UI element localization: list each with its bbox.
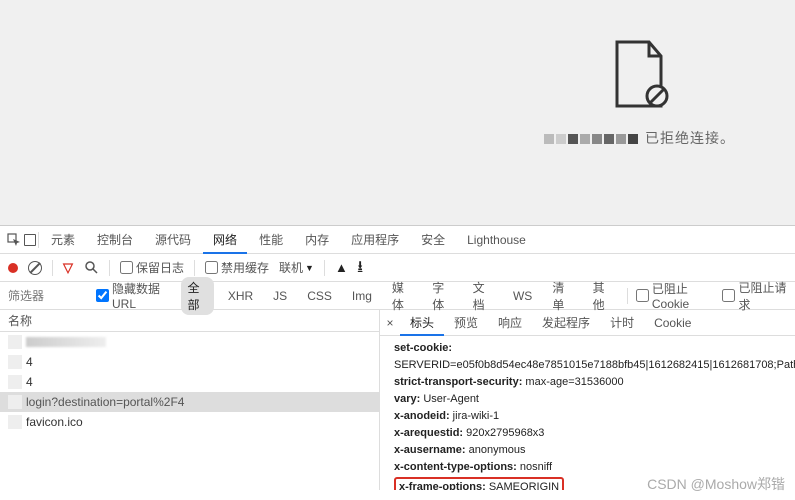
filter-media[interactable]: 媒体 [386,277,418,315]
tab-security[interactable]: 安全 [411,226,455,254]
request-row[interactable]: favicon.ico [0,412,379,432]
request-row[interactable]: 4 [0,352,379,372]
tab-lighthouse[interactable]: Lighthouse [457,226,536,254]
inspect-icon[interactable] [6,232,22,248]
filter-other[interactable]: 其他 [587,277,619,315]
tab-memory[interactable]: 内存 [295,226,339,254]
filter-xhr[interactable]: XHR [222,287,259,305]
blocked-request-checkbox[interactable]: 已阻止请求 [722,279,786,313]
network-content: 名称 4 4 login?destination=portal%2F4 favi… [0,310,795,490]
request-row[interactable] [0,332,379,352]
dtab-initiator[interactable]: 发起程序 [532,310,600,336]
filter-bar: 隐藏数据 URL 全部 XHR JS CSS Img 媒体 字体 文档 WS 清… [0,282,795,310]
divider [627,288,628,304]
blocked-cookie-checkbox[interactable]: 已阻止 Cookie [636,280,715,311]
preserve-log-checkbox[interactable]: 保留日志 [120,259,184,276]
dtab-timing[interactable]: 计时 [600,310,644,336]
dtab-headers[interactable]: 标头 [400,310,444,336]
blurred-name [26,337,106,347]
dtab-response[interactable]: 响应 [488,310,532,336]
file-icon [8,395,22,409]
divider [52,260,53,276]
filter-font[interactable]: 字体 [426,277,458,315]
filter-input[interactable] [8,289,88,303]
file-icon [8,415,22,429]
request-row[interactable]: 4 [0,372,379,392]
header-row: vary: User-Agent [394,391,781,408]
file-icon [8,335,22,349]
devtools-tabs: 元素 控制台 源代码 网络 性能 内存 应用程序 安全 Lighthouse [0,226,795,254]
file-icon [8,355,22,369]
filter-manifest[interactable]: 清单 [546,277,578,315]
dtab-preview[interactable]: 预览 [444,310,488,336]
broken-page-icon [609,40,669,110]
tab-console[interactable]: 控制台 [87,226,143,254]
page-viewport: 已拒绝连接。 [0,0,795,225]
close-icon[interactable]: × [380,316,400,330]
tab-performance[interactable]: 性能 [249,226,293,254]
disable-cache-checkbox[interactable]: 禁用缓存 [205,259,269,276]
filter-all[interactable]: 全部 [181,277,213,315]
request-detail: × 标头 预览 响应 发起程序 计时 Cookie set-cookie: SE… [380,310,795,490]
filter-icon[interactable]: ▽ [63,260,73,276]
tab-network[interactable]: 网络 [203,226,247,254]
detail-tabs: × 标头 预览 响应 发起程序 计时 Cookie [380,310,795,336]
filter-js[interactable]: JS [267,287,293,305]
file-icon [8,375,22,389]
devtools-panel: 元素 控制台 源代码 网络 性能 内存 应用程序 安全 Lighthouse ▽… [0,225,795,490]
connection-refused-block: 已拒绝连接。 [543,40,735,148]
header-row: set-cookie: SERVERID=e05f0b8d54ec48e7851… [394,340,781,374]
dtab-cookie[interactable]: Cookie [644,310,701,336]
chevron-down-icon: ▼ [305,263,314,273]
device-toggle-icon[interactable] [24,234,36,246]
search-icon[interactable] [83,260,99,276]
divider [38,232,39,248]
header-row: x-frame-options: SAMEORIGIN [394,477,564,490]
request-name-column: 名称 4 4 login?destination=portal%2F4 favi… [0,310,380,490]
download-icon[interactable]: ⭳ [358,257,363,279]
blurred-host [543,131,639,147]
filter-img[interactable]: Img [346,287,378,305]
filter-doc[interactable]: 文档 [467,277,499,315]
divider [109,260,110,276]
tab-elements[interactable]: 元素 [41,226,85,254]
error-message: 已拒绝连接。 [543,128,735,148]
divider [194,260,195,276]
filter-css[interactable]: CSS [301,287,338,305]
header-row: x-arequestid: 920x2795968x3 [394,425,781,442]
watermark: CSDN @Moshow郑锴 [647,474,785,494]
divider [324,260,325,276]
hide-data-urls-checkbox[interactable]: 隐藏数据 URL [96,280,173,311]
name-header: 名称 [0,310,379,332]
throttling-select[interactable]: 联机 ▼ [279,259,314,276]
tab-application[interactable]: 应用程序 [341,226,409,254]
request-row-selected[interactable]: login?destination=portal%2F4 [0,392,379,412]
tab-sources[interactable]: 源代码 [145,226,201,254]
filter-ws[interactable]: WS [507,287,538,305]
header-row: x-ausername: anonymous [394,442,781,459]
upload-icon[interactable]: ▲ [335,260,348,275]
response-headers-list: set-cookie: SERVERID=e05f0b8d54ec48e7851… [380,336,795,490]
header-row: strict-transport-security: max-age=31536… [394,374,781,391]
record-icon[interactable] [8,263,18,273]
header-row: x-anodeid: jira-wiki-1 [394,408,781,425]
clear-icon[interactable] [28,261,42,275]
